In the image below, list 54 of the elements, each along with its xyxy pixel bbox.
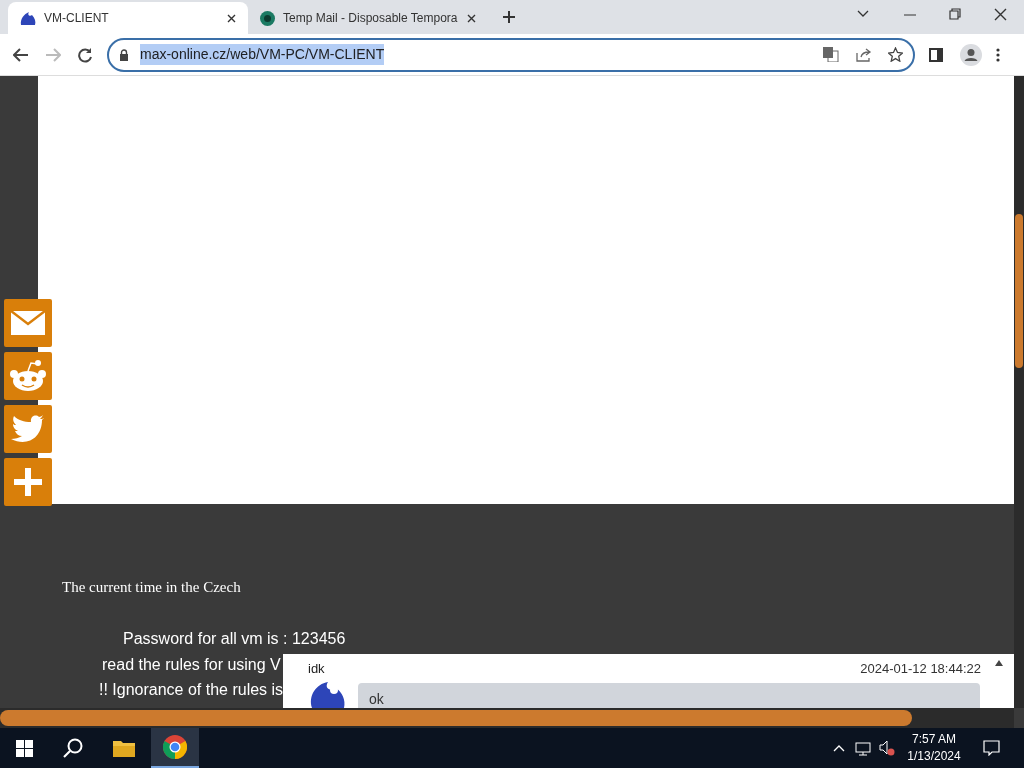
twitter-share-button[interactable]	[4, 405, 52, 453]
flame-icon	[20, 11, 36, 25]
plus-icon	[14, 468, 42, 496]
menu-icon[interactable]	[996, 47, 1000, 62]
chat-message: ok	[358, 683, 980, 708]
dropdown-icon[interactable]	[857, 10, 869, 18]
reddit-icon	[9, 360, 47, 392]
reddit-share-button[interactable]	[4, 352, 52, 400]
url-text: max-online.cz/web/VM-PC/VM-CLIENT	[140, 44, 385, 65]
chat-timestamp: 2024-01-12 18:44:22	[860, 660, 981, 678]
star-icon[interactable]	[888, 47, 903, 62]
tab-title: Temp Mail - Disposable Tempora	[283, 10, 459, 27]
clock-date: 1/13/2024	[907, 748, 961, 765]
info-text: !! Ignorance of the rules is	[99, 680, 284, 700]
lock-icon	[119, 48, 129, 61]
new-tab-icon[interactable]	[502, 10, 516, 24]
restore-icon[interactable]	[949, 8, 961, 20]
network-icon[interactable]	[855, 740, 871, 756]
browser-tab[interactable]: VM-CLIENT	[8, 2, 248, 34]
czech-time-text: The current time in the Czech	[62, 578, 241, 597]
clock-time: 7:57 AM	[912, 731, 956, 748]
muted-speaker-icon[interactable]	[879, 740, 895, 756]
translate-icon[interactable]	[823, 47, 839, 62]
reload-icon[interactable]	[77, 46, 93, 63]
folder-icon[interactable]	[113, 739, 135, 757]
more-share-button[interactable]	[4, 458, 52, 506]
close-tab-icon[interactable]	[227, 13, 236, 23]
vertical-scrollbar[interactable]	[1014, 76, 1024, 708]
address-bar[interactable]: max-online.cz/web/VM-PC/VM-CLIENT	[107, 37, 915, 72]
browser-tab[interactable]: Temp Mail - Disposable Tempora	[248, 2, 488, 34]
side-panel-icon[interactable]	[929, 47, 943, 62]
close-icon[interactable]	[994, 8, 1007, 21]
tab-title: VM-CLIENT	[44, 10, 110, 27]
search-icon[interactable]	[63, 738, 83, 758]
email-share-button[interactable]	[4, 299, 52, 347]
scrollbar-thumb[interactable]	[1015, 214, 1023, 368]
chevron-up-icon[interactable]	[833, 744, 845, 752]
chrome-icon	[163, 735, 187, 759]
scroll-up-icon[interactable]	[995, 660, 1003, 666]
bird-icon	[11, 415, 45, 443]
profile-icon[interactable]	[960, 43, 982, 66]
chat-author: idk	[308, 660, 325, 678]
chrome-taskbar-button[interactable]	[151, 728, 199, 768]
back-icon[interactable]	[13, 47, 29, 62]
info-text: Password for all vm is : 123456	[123, 629, 346, 649]
scrollbar-thumb[interactable]	[0, 710, 912, 726]
share-icon[interactable]	[856, 47, 872, 62]
mail-icon	[11, 311, 45, 335]
close-tab-icon[interactable]	[467, 13, 476, 23]
info-text: read the rules for using V	[102, 654, 281, 675]
windows-start-icon[interactable]	[16, 739, 33, 757]
notification-icon[interactable]	[983, 740, 1000, 756]
mail-logo-icon	[260, 10, 275, 26]
horizontal-scrollbar[interactable]	[0, 708, 1014, 728]
